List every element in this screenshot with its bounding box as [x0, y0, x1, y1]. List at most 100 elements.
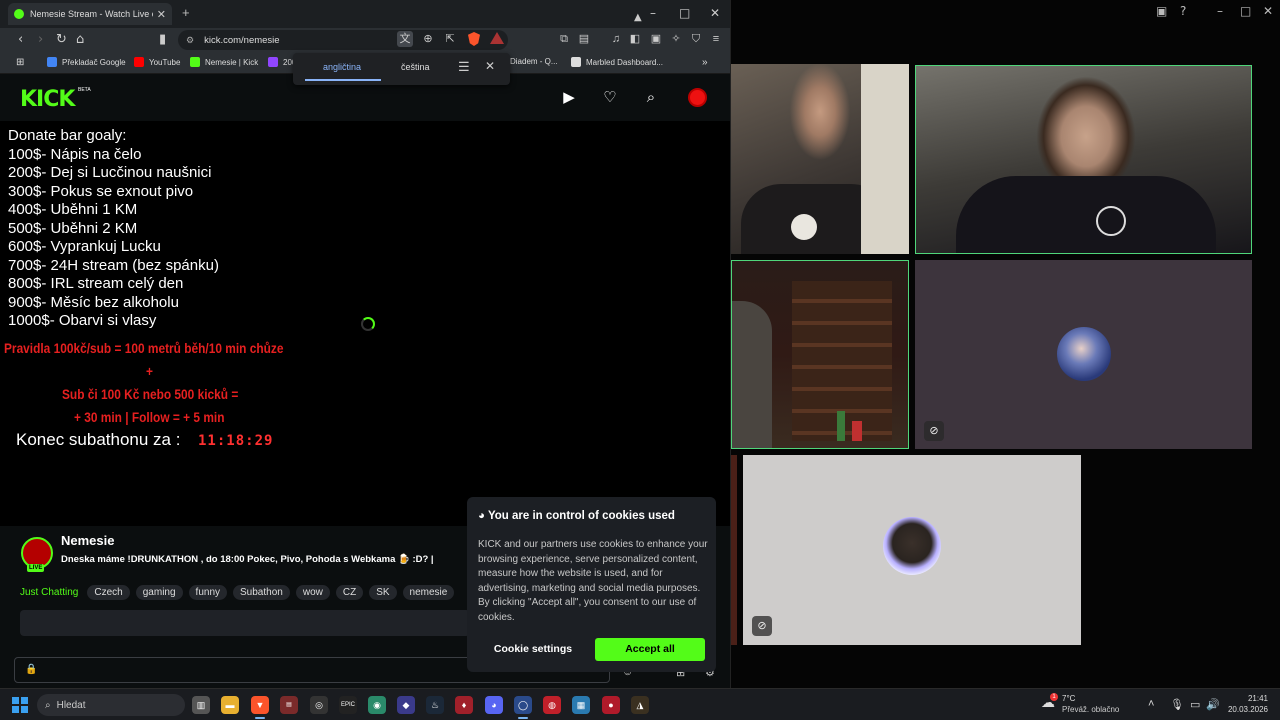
menu-icon[interactable]: ≡ [709, 32, 723, 46]
forward-icon[interactable]: › [38, 32, 43, 47]
back-icon[interactable]: ‹ [18, 32, 23, 47]
riot-icon[interactable]: ♦ [455, 696, 473, 714]
weather-temperature: 7°C [1062, 694, 1076, 703]
notification-badge: 1 [1050, 693, 1058, 701]
zoom-icon[interactable]: ⊕ [420, 31, 436, 47]
stream-player[interactable]: Donate bar goaly: 100$- Nápis na čelo 20… [0, 121, 730, 526]
leo-ai-icon[interactable]: ✧ [669, 32, 683, 46]
search-icon[interactable]: ⌕ [642, 89, 660, 107]
tag[interactable]: wow [295, 585, 330, 600]
following-icon[interactable]: ▶ [560, 89, 578, 107]
tag[interactable]: Subathon [233, 585, 290, 600]
reader-icon[interactable]: ▤ [577, 32, 591, 46]
goal-item: 200$- Dej si Lucčinou naušnici [8, 164, 212, 181]
network-icon[interactable]: ▭ [1190, 698, 1200, 711]
tag-list: Just Chatting Czech gaming funny Subatho… [20, 585, 455, 600]
sidebar-icon[interactable]: ◧ [628, 32, 642, 46]
tag[interactable]: CZ [335, 585, 364, 600]
browser-maximize-icon[interactable]: □ [679, 6, 690, 20]
home-icon[interactable]: ⌂ [76, 32, 84, 47]
file-explorer-icon[interactable]: ▬ [221, 696, 239, 714]
clock-date[interactable]: 20.03.2026 [1222, 705, 1268, 714]
screen-share-icon[interactable]: ▣ [1156, 4, 1167, 20]
task-view-icon[interactable]: ▥ [192, 696, 210, 714]
tag[interactable]: nemesie [402, 585, 455, 600]
url-field[interactable]: ⚙ kick.com/nemesie [178, 30, 508, 50]
chrome-icon[interactable]: ◎ [310, 696, 328, 714]
notepad-icon[interactable]: ▦ [572, 696, 590, 714]
bookmark-youtube[interactable]: YouTube [134, 57, 180, 67]
maximize-icon[interactable]: □ [1240, 4, 1251, 20]
vpn-icon[interactable]: ⛉ [689, 32, 703, 46]
close-icon[interactable]: ✕ [1263, 4, 1273, 20]
steam-icon[interactable]: ♨ [426, 696, 444, 714]
translate-target-lang[interactable]: čeština [401, 62, 430, 72]
chevron-up-icon[interactable]: ˄ [1148, 698, 1154, 710]
obs-icon[interactable]: ◉ [368, 696, 386, 714]
bookmark-kick[interactable]: Nemesie | Kick [190, 57, 258, 67]
search-placeholder: Hledat [56, 699, 86, 711]
brave-rewards-icon[interactable] [490, 32, 504, 44]
microphone-icon[interactable]: 🎙 [1170, 698, 1184, 711]
discord-icon[interactable]: ◕ [485, 696, 503, 714]
goal-item: 500$- Uběhni 2 KM [8, 220, 138, 237]
translate-close-icon[interactable]: ✕ [485, 59, 495, 73]
heart-icon[interactable]: ♡ [601, 89, 619, 107]
tag[interactable]: gaming [135, 585, 183, 600]
bookmark-diadem[interactable]: Diadem - Q... [510, 57, 558, 66]
help-icon[interactable]: ? [1180, 4, 1186, 20]
taskbar-search[interactable]: ⌕ Hledat [37, 694, 185, 716]
channel-name[interactable]: Nemesie [61, 533, 114, 548]
share-icon[interactable]: ⇱ [442, 31, 458, 47]
browser-close-icon[interactable]: ✕ [710, 6, 720, 20]
league-icon[interactable]: ◮ [631, 696, 649, 714]
beta-label: BETA [78, 87, 91, 93]
video-tile-participant-1[interactable] [731, 64, 909, 254]
minimize-icon[interactable]: – [1217, 4, 1223, 20]
bookmark-marbled[interactable]: Marbled Dashboard... [571, 57, 663, 67]
wallet-icon[interactable]: ▣ [649, 32, 663, 46]
start-button[interactable] [12, 697, 28, 713]
user-avatar[interactable] [688, 88, 707, 107]
epic-games-icon[interactable]: EPIC [339, 696, 357, 714]
live-badge: LIVE [27, 564, 45, 572]
cookie-settings-button[interactable]: Cookie settings [478, 638, 588, 661]
volume-icon[interactable]: 🔊 [1206, 698, 1220, 711]
translate-icon[interactable]: 文 [397, 31, 413, 47]
tag[interactable]: funny [188, 585, 228, 600]
kick-logo[interactable]: KICK [20, 87, 75, 112]
browser-minimize-icon[interactable]: – [650, 6, 656, 20]
tag[interactable]: Czech [87, 585, 130, 600]
video-tile-participant-4[interactable]: ⊘ [915, 260, 1252, 449]
translate-options-icon[interactable]: ☰ [458, 59, 470, 75]
more-bookmarks-icon[interactable]: » [702, 57, 708, 68]
camera-off-icon: ⊘ [924, 421, 944, 441]
tag[interactable]: SK [369, 585, 397, 600]
bookmark-google-translate[interactable]: Překladač Google [47, 57, 126, 67]
extensions-icon[interactable]: ⧉ [557, 32, 571, 46]
video-tile-participant-5[interactable]: ⊘ [743, 455, 1081, 645]
mixer-app-icon[interactable]: ▤ [280, 696, 298, 714]
browser-window: Nemesie Stream - Watch Live on Kick ✕ + … [0, 0, 731, 688]
media-icon[interactable]: ♫ [609, 32, 623, 46]
video-tile-participant-2[interactable] [915, 65, 1252, 254]
app-icon[interactable]: ◆ [397, 696, 415, 714]
app-red-icon[interactable]: ● [602, 696, 620, 714]
streaming-app-icon[interactable]: ◍ [543, 696, 561, 714]
video-tile-participant-3[interactable] [731, 260, 909, 449]
new-tab-button[interactable]: + [182, 5, 190, 20]
tab-close-icon[interactable]: ✕ [157, 8, 166, 21]
clock-time[interactable]: 21:41 [1232, 694, 1268, 703]
category-link[interactable]: Just Chatting [20, 587, 78, 598]
tab-kick[interactable]: Nemesie Stream - Watch Live on Kick ✕ [8, 3, 172, 25]
site-info-icon[interactable]: ⚙ [186, 35, 194, 46]
goal-item: 100$- Nápis na čelo [8, 146, 142, 163]
bookmark-icon[interactable]: ▮ [159, 32, 166, 47]
translate-source-lang[interactable]: angličtina [323, 62, 361, 72]
apps-grid-icon[interactable]: ⊞ [16, 57, 24, 68]
brave-browser-icon[interactable]: ▼ [251, 696, 269, 714]
call-app-icon[interactable]: ◯ [514, 696, 532, 714]
rules-plus: + [146, 363, 153, 379]
accept-all-button[interactable]: Accept all [595, 638, 705, 661]
reload-icon[interactable]: ↻ [56, 32, 67, 47]
